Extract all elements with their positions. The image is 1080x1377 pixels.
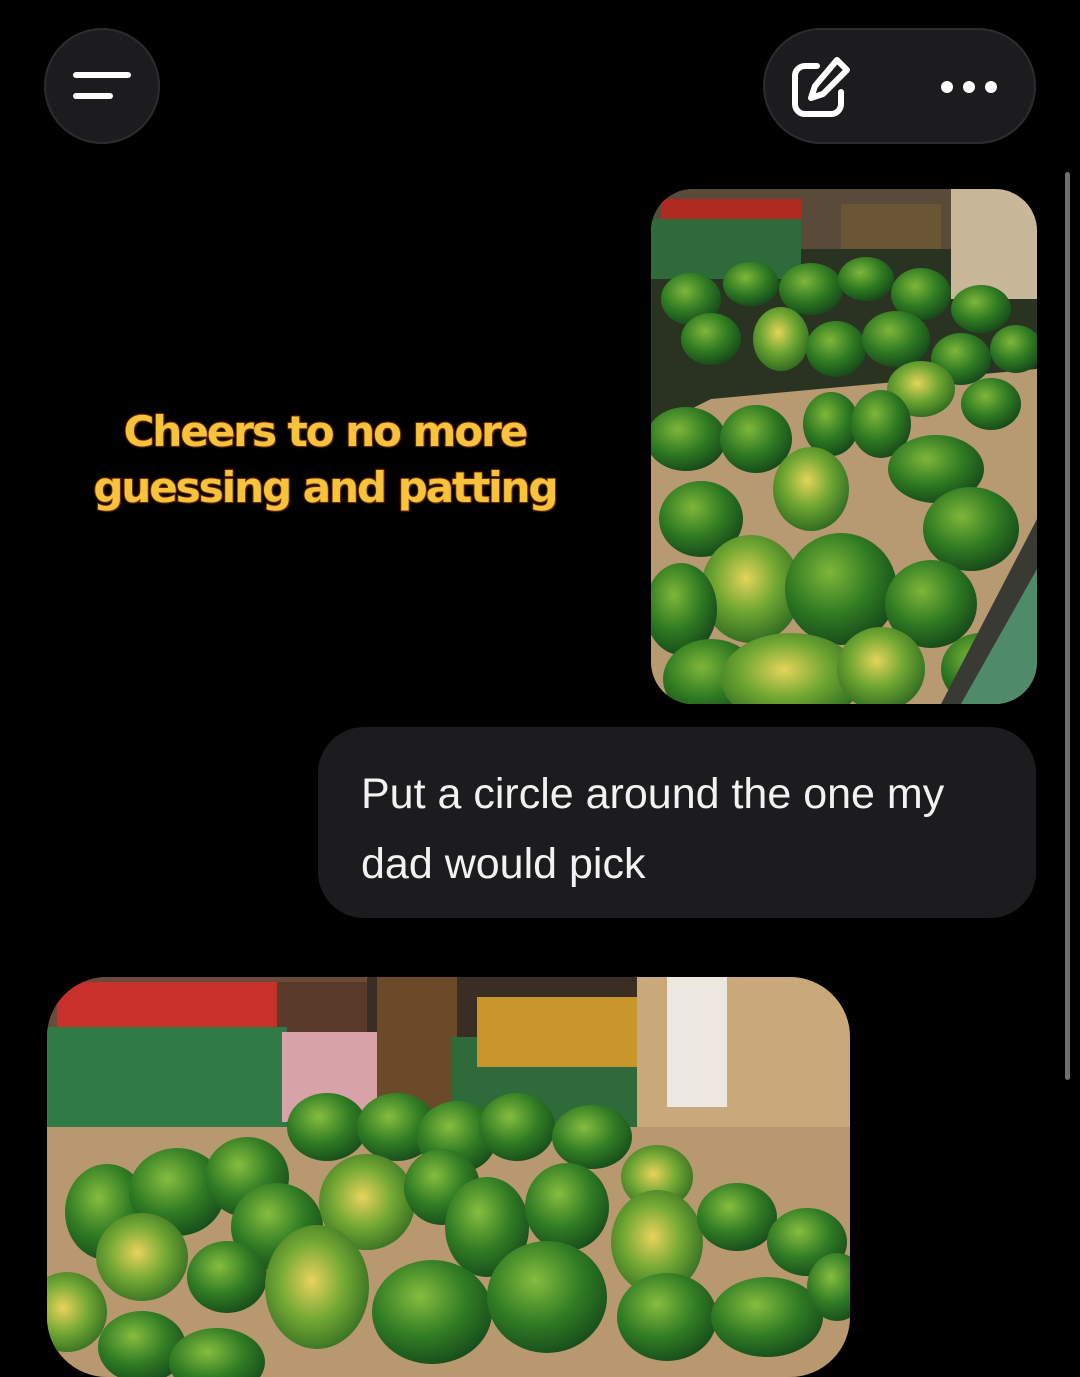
header-actions (763, 28, 1036, 144)
menu-icon (73, 72, 131, 99)
scrollbar[interactable] (1065, 172, 1070, 1080)
watermelon-photo-icon (651, 189, 1037, 704)
message-text: Put a circle around the one my dad would… (361, 770, 945, 888)
compose-icon (792, 57, 850, 117)
sticker-caption: Cheers to no more guessing and patting (93, 406, 560, 513)
message-bubble: Put a circle around the one my dad would… (318, 727, 1036, 918)
more-options-button[interactable] (923, 46, 1019, 126)
watermelon-photo-bottom[interactable] (47, 977, 850, 1377)
more-icon (941, 81, 997, 93)
menu-button[interactable] (44, 28, 160, 144)
watermelon-photo-icon (47, 977, 850, 1377)
watermelon-photo-top[interactable] (651, 189, 1037, 704)
compose-button[interactable] (781, 46, 861, 126)
